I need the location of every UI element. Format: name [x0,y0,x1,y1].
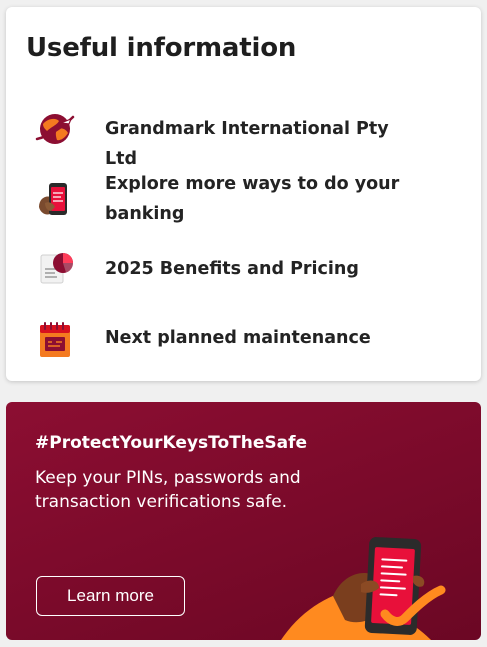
phone-in-hand-icon [33,177,77,221]
hand-holding-phone-checkmark-icon [281,530,481,640]
protect-keys-promo-banner: #ProtectYourKeysToTheSafe Keep your PINs… [6,402,481,640]
info-item-label: Explore more ways to do your banking [105,174,400,224]
calendar-icon [33,317,77,361]
globe-plane-icon [33,107,77,151]
info-item-grandmark[interactable]: Grandmark International Pty Ltd [6,105,481,169]
promo-hashtag: #ProtectYourKeysToTheSafe [35,433,308,453]
info-item-ways-to-bank[interactable]: Explore more ways to do your banking [6,167,481,231]
useful-information-title: Useful information [26,33,297,63]
pie-chart-document-icon [33,245,77,289]
info-item-benefits-pricing[interactable]: 2025 Benefits and Pricing [6,245,481,293]
info-item-label: 2025 Benefits and Pricing [105,259,359,279]
info-item-label: Grandmark International Pty Ltd [105,119,389,169]
learn-more-button[interactable]: Learn more [36,576,185,616]
info-item-maintenance[interactable]: Next planned maintenance [6,313,481,361]
useful-information-card: Useful information Grandmark Internation… [6,7,481,381]
page: Useful information Grandmark Internation… [0,0,487,647]
info-item-label: Next planned maintenance [105,328,371,348]
promo-body-text: Keep your PINs, passwords and transactio… [35,468,301,512]
